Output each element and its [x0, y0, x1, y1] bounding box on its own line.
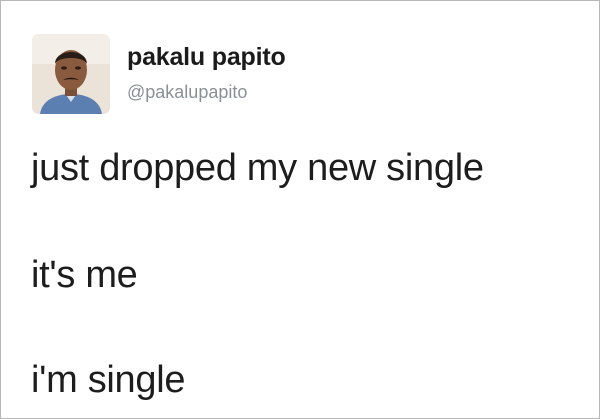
avatar[interactable] — [32, 34, 110, 114]
tweet-text-line-1: just dropped my new single — [31, 147, 484, 189]
display-name[interactable]: pakalu papito — [127, 43, 286, 72]
profile-photo-icon — [32, 34, 110, 114]
tweet-text-line-3: i'm single — [31, 359, 186, 401]
tweet-text-line-2: it's me — [31, 254, 138, 296]
user-handle[interactable]: @pakalupapito — [127, 82, 247, 103]
tweet-card: pakalu papito @pakalupapito just dropped… — [0, 0, 600, 419]
